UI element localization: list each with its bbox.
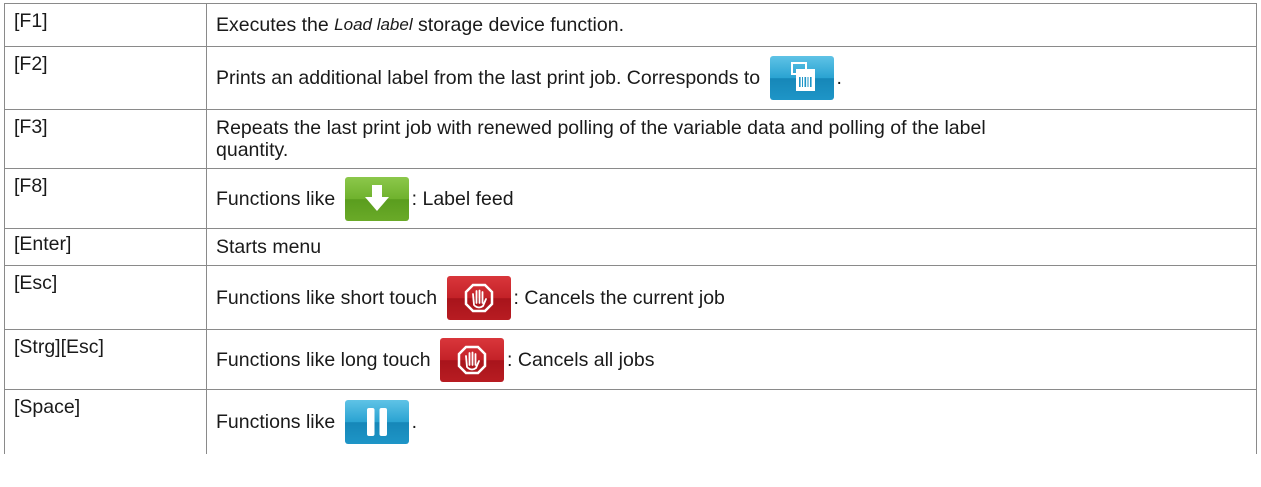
description-text: Repeats the last print job with renewed … (216, 117, 986, 139)
description-cell: Starts menu (206, 228, 1257, 266)
description-cell: Functions like . (206, 389, 1257, 454)
pause-icon (344, 400, 409, 444)
table-row: [F3] Repeats the last print job with ren… (4, 109, 1257, 169)
description-text: Functions like short touch (216, 286, 443, 309)
table-row: [F1] Executes the Load label storage dev… (4, 3, 1257, 47)
description-text: . (411, 411, 418, 433)
stop-hand-icon (446, 275, 511, 320)
label-feed-arrow-icon (344, 176, 409, 221)
description-text: : Cancels all jobs (507, 348, 655, 371)
key-cell: [F1] (4, 3, 207, 47)
key-cell: [F3] (4, 109, 207, 169)
key-cell: [Strg][Esc] (4, 329, 207, 390)
description-text: Executes the (216, 14, 335, 36)
description-text: Functions like (216, 187, 341, 210)
description-cell: Functions like : Label feed (206, 168, 1257, 229)
stop-hand-icon (440, 337, 505, 382)
description-cell: Prints an additional label from the last… (206, 46, 1257, 110)
table-row: [Enter] Starts menu (4, 228, 1257, 266)
description-cell: Functions like long touch : Cancels all … (206, 329, 1257, 390)
print-label-icon (769, 56, 834, 100)
table-row: [Strg][Esc] Functions like long touch : … (4, 329, 1257, 390)
table-row: [F8] Functions like : Label feed (4, 168, 1257, 229)
key-cell: [F8] (4, 168, 207, 229)
table-row: [Esc] Functions like short touch : Cance… (4, 265, 1257, 330)
description-text: : Label feed (411, 187, 514, 210)
key-cell: [Space] (4, 389, 207, 454)
key-cell: [Enter] (4, 228, 207, 266)
description-text: Functions like long touch (216, 348, 437, 371)
table-row: [F2] Prints an additional label from the… (4, 46, 1257, 110)
key-cell: [F2] (4, 46, 207, 110)
description-text: Functions like (216, 411, 341, 433)
description-cell: Executes the Load label storage device f… (206, 3, 1257, 47)
description-text: : Cancels the current job (513, 286, 725, 309)
key-cell: [Esc] (4, 265, 207, 330)
description-text: storage device function. (412, 14, 625, 36)
keyboard-shortcut-table: [F1] Executes the Load label storage dev… (4, 3, 1257, 454)
description-text: quantity. (216, 139, 289, 161)
description-italic-text: Load label (334, 15, 413, 34)
description-cell: Functions like short touch : Cancels the… (206, 265, 1257, 330)
description-cell: Repeats the last print job with renewed … (206, 109, 1257, 169)
description-text: . (836, 67, 842, 89)
description-text: Prints an additional label from the last… (216, 67, 766, 89)
table-row: [Space] Functions like . (4, 389, 1257, 454)
